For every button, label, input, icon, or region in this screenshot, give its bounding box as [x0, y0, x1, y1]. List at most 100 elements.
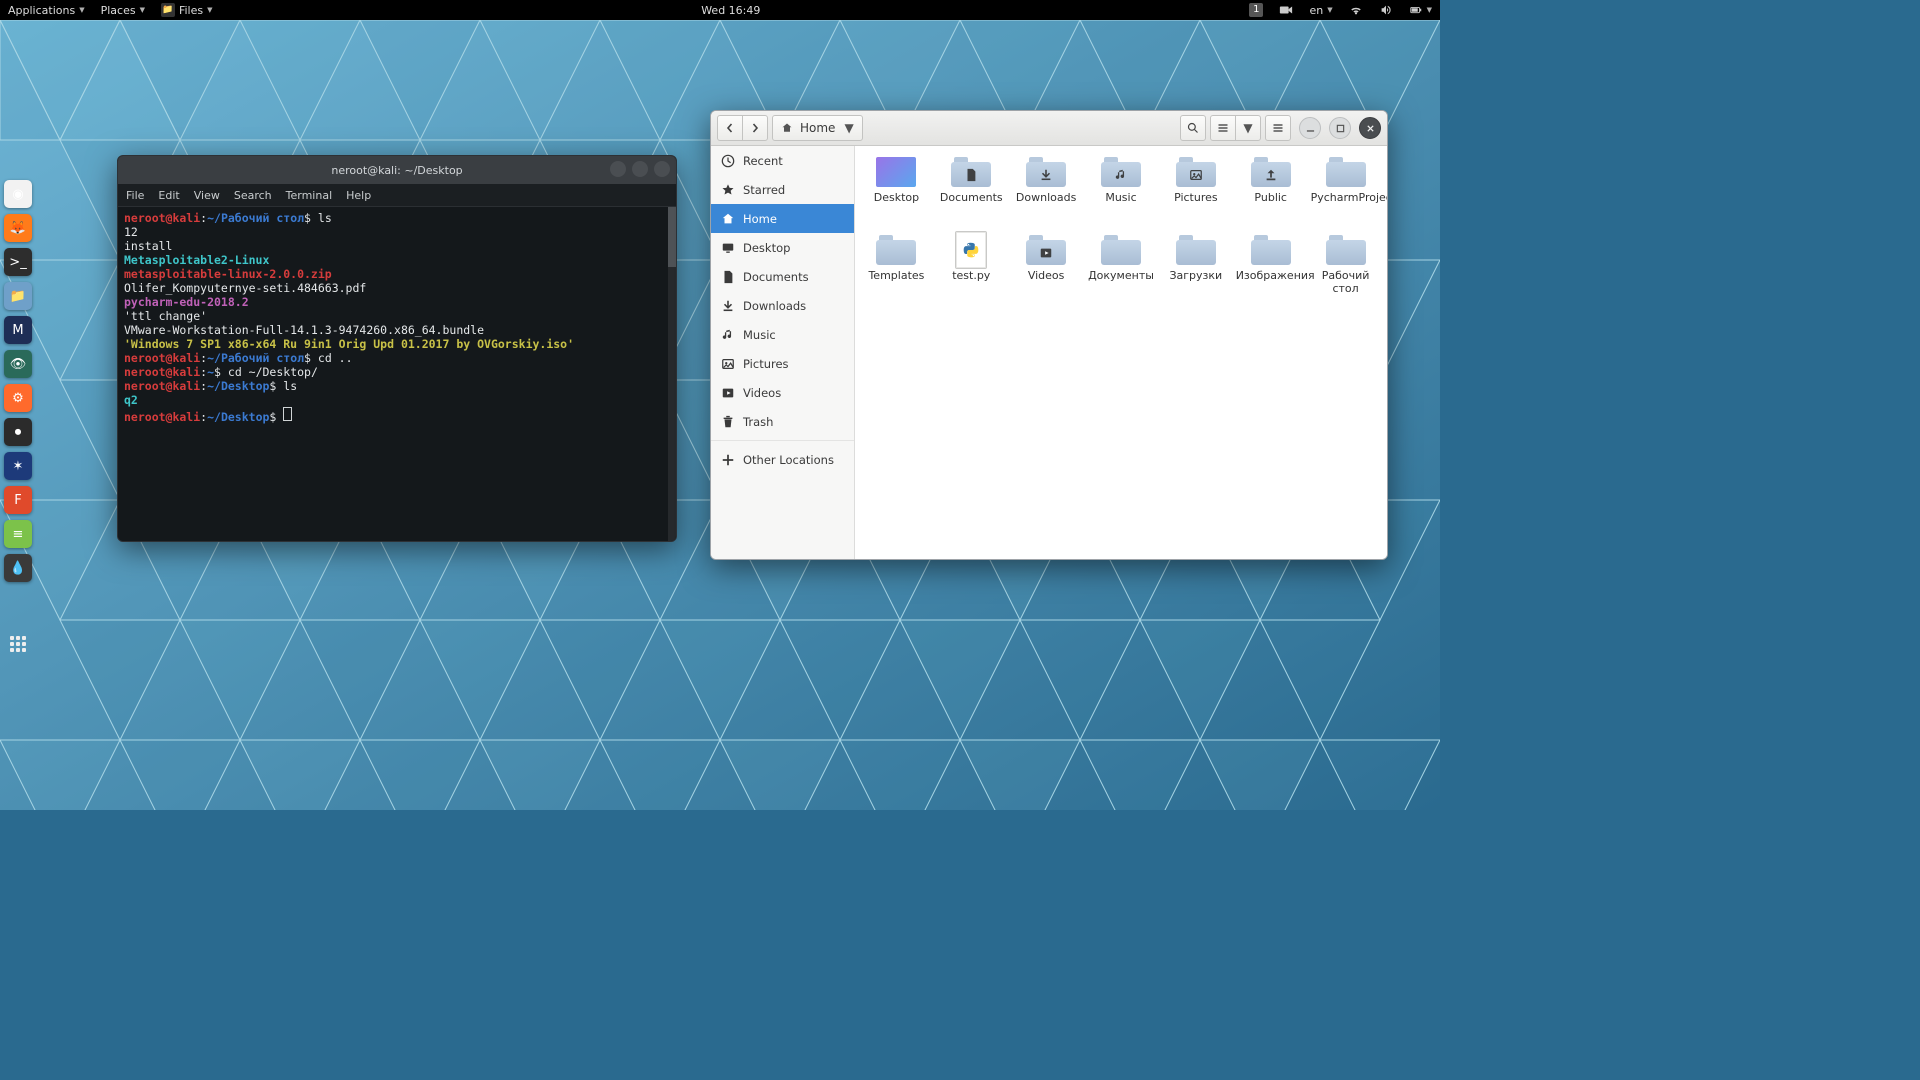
- file-label: Public: [1254, 191, 1287, 204]
- menu-applications[interactable]: Applications▼: [0, 4, 93, 17]
- sidebar-item-trash[interactable]: Trash: [711, 407, 854, 436]
- sidebar-item-recent[interactable]: Recent: [711, 146, 854, 175]
- terminal-line: neroot@kali:~/Рабочий стол$ ls: [124, 211, 670, 225]
- term-menu-file[interactable]: File: [126, 189, 144, 202]
- sidebar-item-other-locations[interactable]: Other Locations: [711, 445, 854, 474]
- maximize-button[interactable]: [632, 161, 648, 177]
- window-minimize-button[interactable]: [1299, 117, 1321, 139]
- file-item[interactable]: Pictures: [1158, 154, 1233, 232]
- terminal-window[interactable]: neroot@kali: ~/Desktop File Edit View Searc…: [117, 155, 677, 542]
- view-options-button[interactable]: ▼: [1235, 115, 1261, 141]
- sidebar-item-documents[interactable]: Documents: [711, 262, 854, 291]
- home-icon: [721, 212, 735, 226]
- minimize-button[interactable]: [610, 161, 626, 177]
- term-menu-edit[interactable]: Edit: [158, 189, 179, 202]
- clock[interactable]: Wed 16:49: [693, 4, 768, 17]
- file-item[interactable]: Downloads: [1009, 154, 1084, 232]
- menu-files-app[interactable]: 📁 Files▼: [153, 3, 221, 17]
- sidebar-item-label: Other Locations: [743, 453, 834, 467]
- terminal-line: neroot@kali:~$ cd ~/Desktop/: [124, 365, 670, 379]
- sidebar-item-desktop[interactable]: Desktop: [711, 233, 854, 262]
- volume-icon[interactable]: [1371, 3, 1401, 17]
- dock-burp[interactable]: ⚙: [4, 384, 32, 412]
- sidebar-item-downloads[interactable]: Downloads: [711, 291, 854, 320]
- file-item[interactable]: Рабочий стол: [1308, 232, 1383, 310]
- dock-tor[interactable]: 💧: [4, 554, 32, 582]
- file-icon: [951, 156, 991, 188]
- dock-zenmap[interactable]: 👁: [4, 350, 32, 378]
- file-item[interactable]: Public: [1233, 154, 1308, 232]
- network-icon[interactable]: [1341, 3, 1371, 17]
- file-icon: [1026, 156, 1066, 188]
- file-label: test.py: [952, 269, 990, 282]
- file-item[interactable]: Desktop: [859, 154, 934, 232]
- dock-notes[interactable]: ≡: [4, 520, 32, 548]
- file-item[interactable]: Документы: [1084, 232, 1159, 310]
- sidebar-item-home[interactable]: Home: [711, 204, 854, 233]
- file-icon: [1326, 156, 1366, 188]
- file-label: Documents: [940, 191, 1003, 204]
- file-label: Music: [1105, 191, 1136, 204]
- dock-metasploit[interactable]: M: [4, 316, 32, 344]
- search-button[interactable]: [1180, 115, 1206, 141]
- dock-owasp[interactable]: ✶: [4, 452, 32, 480]
- window-maximize-button[interactable]: [1329, 117, 1351, 139]
- sidebar-item-starred[interactable]: Starred: [711, 175, 854, 204]
- sidebar-item-label: Home: [743, 212, 777, 226]
- sidebar-item-music[interactable]: Music: [711, 320, 854, 349]
- sidebar-item-label: Documents: [743, 270, 809, 284]
- file-label: Desktop: [874, 191, 919, 204]
- file-item[interactable]: Documents: [934, 154, 1009, 232]
- dock-faraday[interactable]: F: [4, 486, 32, 514]
- desktop-icon: [721, 241, 735, 255]
- file-item[interactable]: Загрузки: [1158, 232, 1233, 310]
- nav-forward-button[interactable]: [742, 115, 768, 141]
- show-applications[interactable]: [4, 630, 32, 658]
- sidebar-item-label: Downloads: [743, 299, 806, 313]
- terminal-body[interactable]: neroot@kali:~/Рабочий стол$ ls12installM…: [118, 207, 676, 541]
- file-icon: [1101, 234, 1141, 266]
- view-mode-button[interactable]: [1210, 115, 1236, 141]
- term-menu-view[interactable]: View: [194, 189, 220, 202]
- sidebar-item-videos[interactable]: Videos: [711, 378, 854, 407]
- terminal-scrollbar[interactable]: [668, 207, 676, 541]
- close-button[interactable]: [654, 161, 670, 177]
- term-menu-help[interactable]: Help: [346, 189, 371, 202]
- battery-icon[interactable]: ▼: [1401, 3, 1440, 17]
- file-label: Videos: [1028, 269, 1065, 282]
- dock-terminal[interactable]: >_: [4, 248, 32, 276]
- file-item[interactable]: Templates: [859, 232, 934, 310]
- workspace-indicator[interactable]: 1: [1241, 3, 1271, 17]
- terminal-line: neroot@kali:~/Рабочий стол$ cd ..: [124, 351, 670, 365]
- file-icon: [1326, 234, 1366, 266]
- file-icon: [951, 234, 991, 266]
- files-icon: 📁: [161, 3, 175, 17]
- terminal-line: Metasploitable2-Linux: [124, 253, 670, 267]
- file-item[interactable]: Music: [1084, 154, 1159, 232]
- term-menu-terminal[interactable]: Terminal: [286, 189, 333, 202]
- terminal-titlebar[interactable]: neroot@kali: ~/Desktop: [118, 156, 676, 184]
- files-window[interactable]: Home ▼ ▼ RecentStarred Home Desktop Documen…: [710, 110, 1388, 560]
- terminal-line: 12: [124, 225, 670, 239]
- hamburger-menu-button[interactable]: [1265, 115, 1291, 141]
- terminal-line: Olifer_Kompyuternye-seti.484663.pdf: [124, 281, 670, 295]
- recorder-indicator[interactable]: [1271, 3, 1301, 17]
- dock-recorder[interactable]: ⏺: [4, 418, 32, 446]
- keyboard-layout[interactable]: en▼: [1301, 4, 1340, 17]
- sidebar-item-label: Trash: [743, 415, 773, 429]
- dock-firefox[interactable]: 🦊: [4, 214, 32, 242]
- file-item[interactable]: PycharmProjects: [1308, 154, 1383, 232]
- term-menu-search[interactable]: Search: [234, 189, 272, 202]
- file-item[interactable]: Изображения: [1233, 232, 1308, 310]
- dock-files[interactable]: 📁: [4, 282, 32, 310]
- dock-chrome[interactable]: ◉: [4, 180, 32, 208]
- files-icon-grid[interactable]: Desktop Documents Downloads Music Pictures Pu…: [855, 146, 1387, 559]
- file-item[interactable]: test.py: [934, 232, 1009, 310]
- path-button-home[interactable]: Home ▼: [772, 115, 863, 141]
- nav-back-button[interactable]: [717, 115, 743, 141]
- sidebar-item-pictures[interactable]: Pictures: [711, 349, 854, 378]
- window-close-button[interactable]: [1359, 117, 1381, 139]
- file-label: PycharmProjects: [1311, 191, 1381, 204]
- menu-places[interactable]: Places▼: [93, 4, 153, 17]
- file-item[interactable]: Videos: [1009, 232, 1084, 310]
